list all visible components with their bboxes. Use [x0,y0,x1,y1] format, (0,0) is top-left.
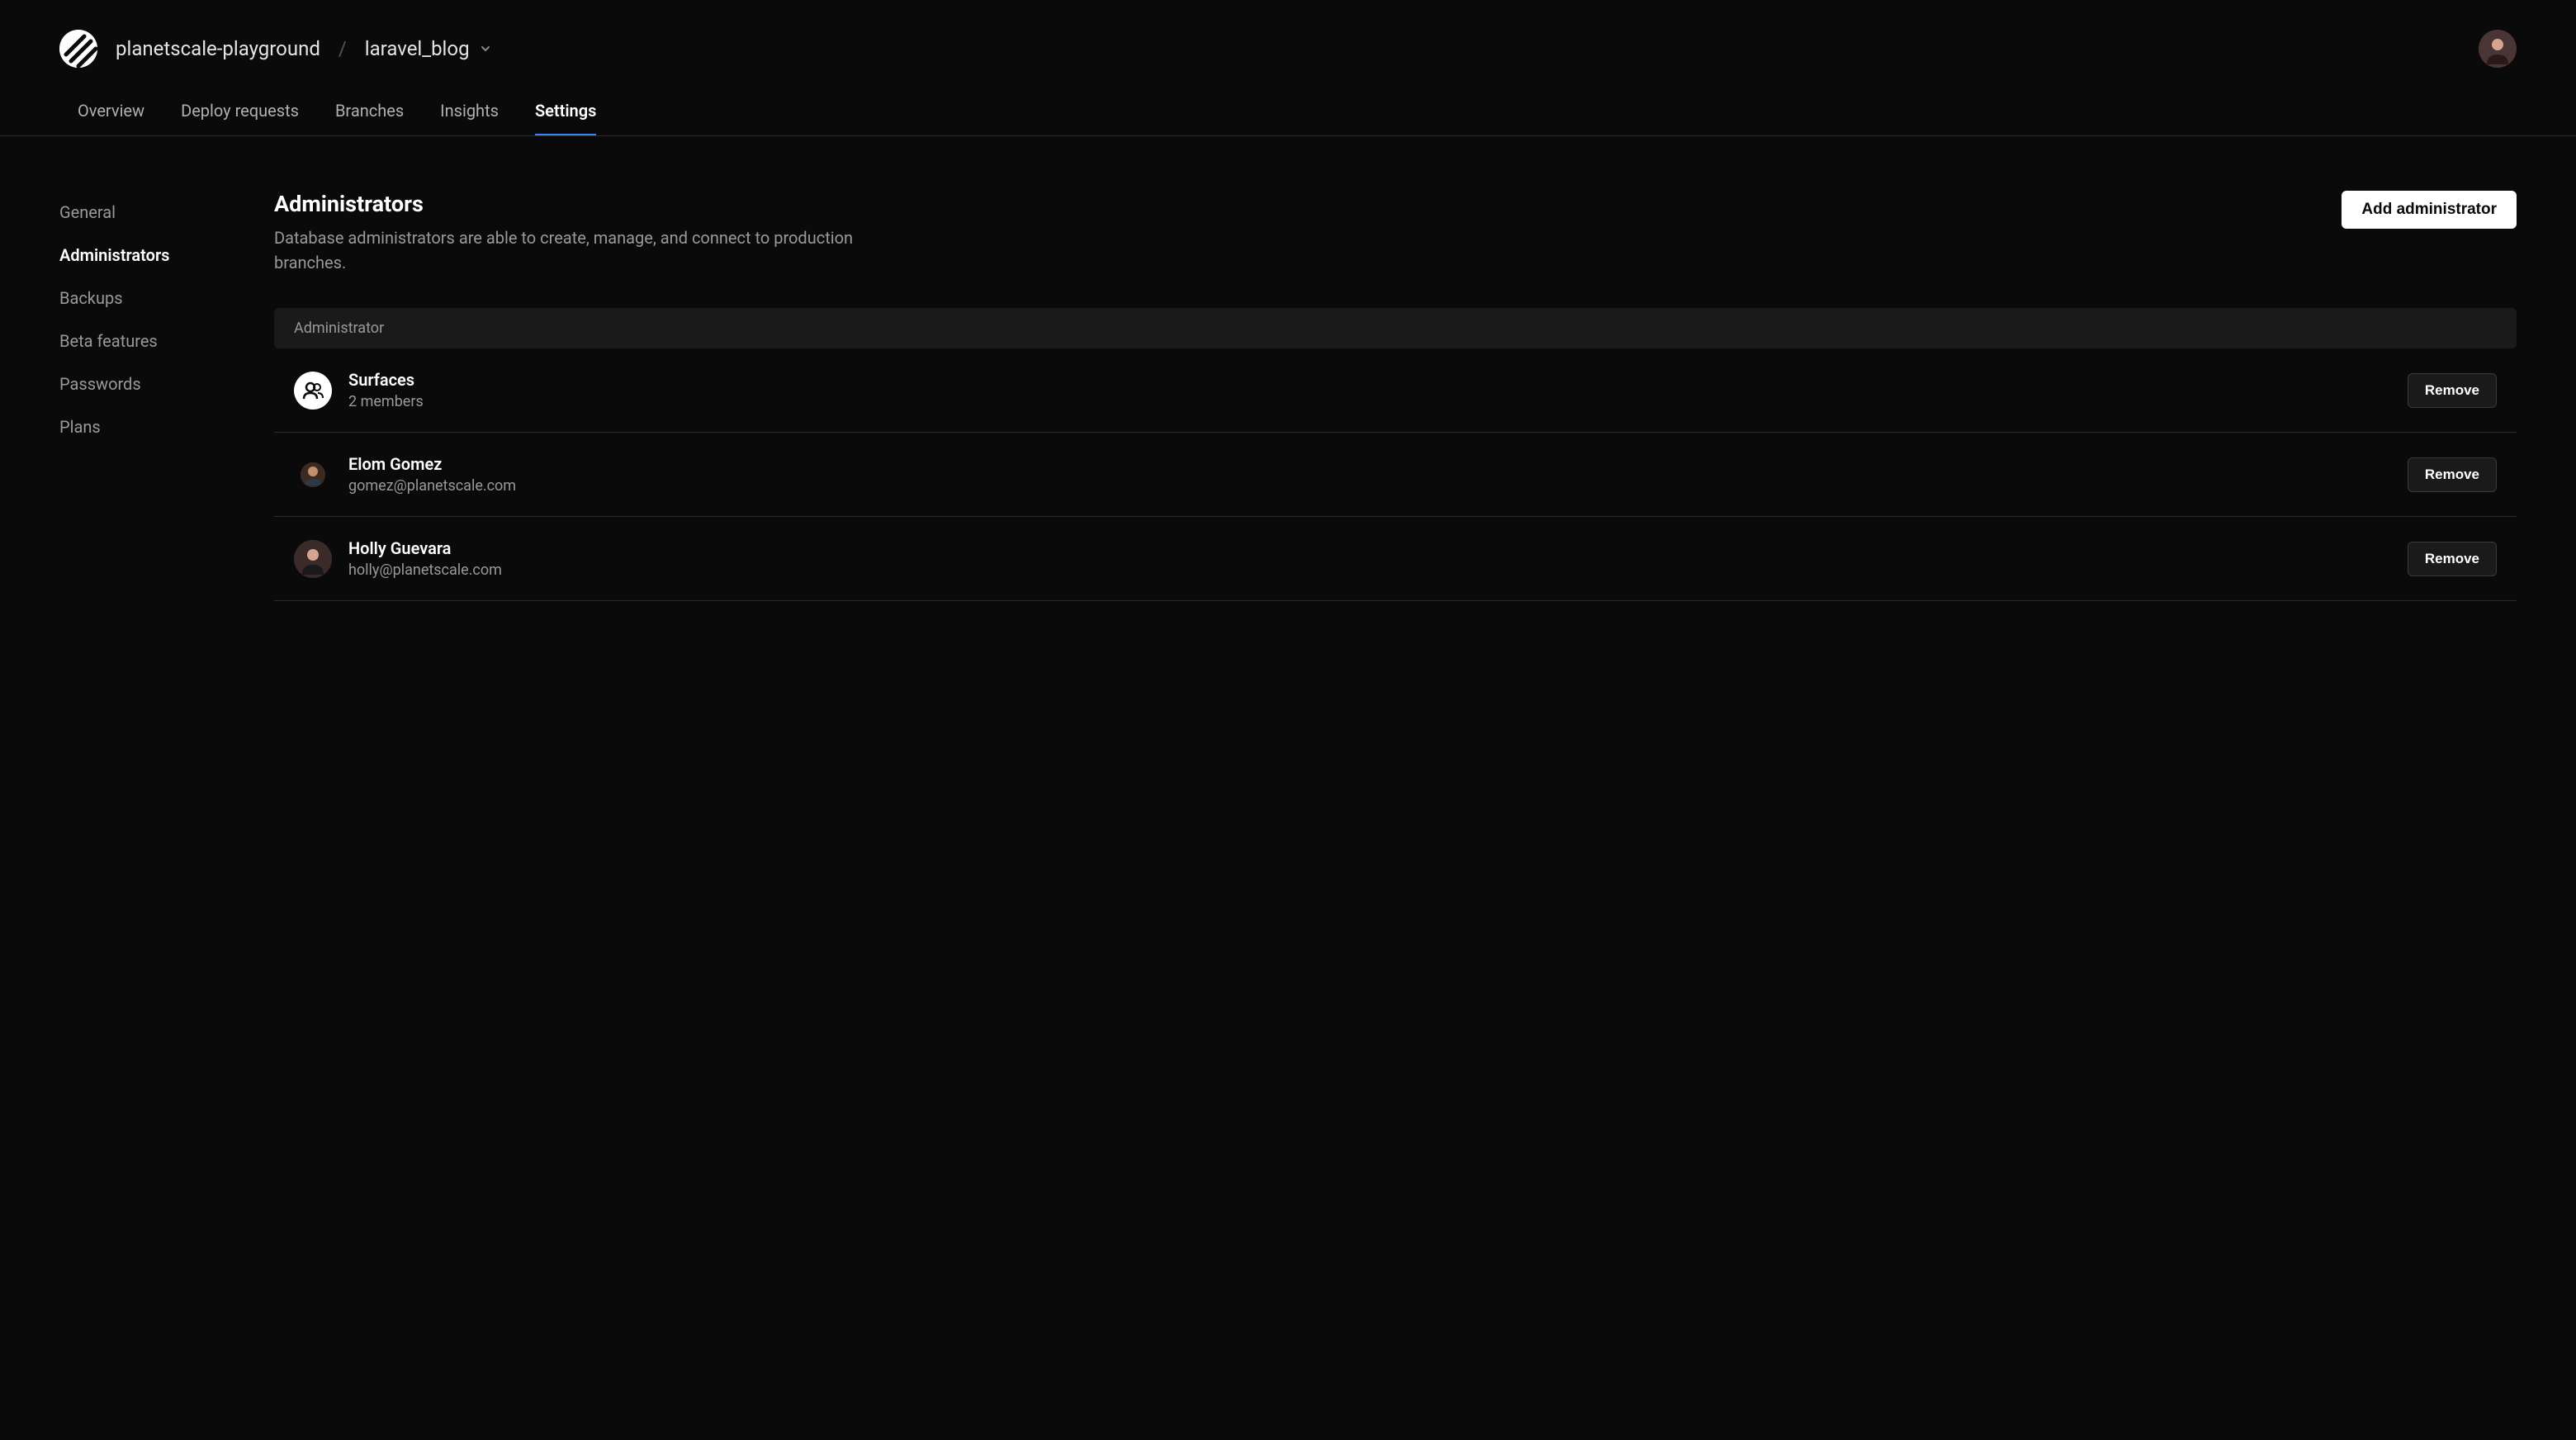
chevron-down-icon[interactable] [480,43,491,54]
sidebar-item-administrators[interactable]: Administrators [59,234,249,277]
remove-button[interactable]: Remove [2408,373,2497,408]
table-header: Administrator [274,308,2517,348]
admin-name: Surfaces [348,370,424,390]
sidebar-item-backups[interactable]: Backups [59,277,249,320]
admin-row: Holly Guevara holly@planetscale.com Remo… [274,517,2517,601]
group-icon [294,372,332,410]
remove-button[interactable]: Remove [2408,457,2497,492]
profile-avatar[interactable] [2479,30,2517,68]
add-administrator-button[interactable]: Add administrator [2342,191,2517,229]
settings-sidebar: General Administrators Backups Beta feat… [59,191,249,601]
planetscale-logo[interactable] [59,30,97,68]
sidebar-item-passwords[interactable]: Passwords [59,362,249,405]
breadcrumb-org[interactable]: planetscale-playground [116,37,320,60]
tab-deploy-requests[interactable]: Deploy requests [181,88,299,135]
admin-row: Elom Gomez gomez@planetscale.com Remove [274,433,2517,517]
sidebar-item-plans[interactable]: Plans [59,405,249,448]
admin-meta: holly@planetscale.com [348,561,502,579]
tab-settings[interactable]: Settings [535,88,596,135]
user-avatar [301,462,325,487]
remove-button[interactable]: Remove [2408,542,2497,576]
user-avatar [294,540,332,578]
admin-row: Surfaces 2 members Remove [274,348,2517,433]
page-title: Administrators [274,191,918,217]
breadcrumb: planetscale-playground / laravel_blog [116,37,491,60]
admin-meta: 2 members [348,393,424,410]
admin-meta: gomez@planetscale.com [348,477,516,495]
tab-overview[interactable]: Overview [78,88,144,135]
tab-branches[interactable]: Branches [335,88,404,135]
admin-name: Elom Gomez [348,454,516,474]
admin-name: Holly Guevara [348,538,502,558]
page-subtitle: Database administrators are able to crea… [274,225,918,275]
tabs: Overview Deploy requests Branches Insigh… [0,88,2576,136]
sidebar-item-general[interactable]: General [59,191,249,234]
sidebar-item-beta-features[interactable]: Beta features [59,320,249,362]
breadcrumb-separator: / [339,37,347,60]
tab-insights[interactable]: Insights [440,88,499,135]
breadcrumb-db-label: laravel_blog [365,37,470,60]
breadcrumb-db[interactable]: laravel_blog [365,37,491,60]
